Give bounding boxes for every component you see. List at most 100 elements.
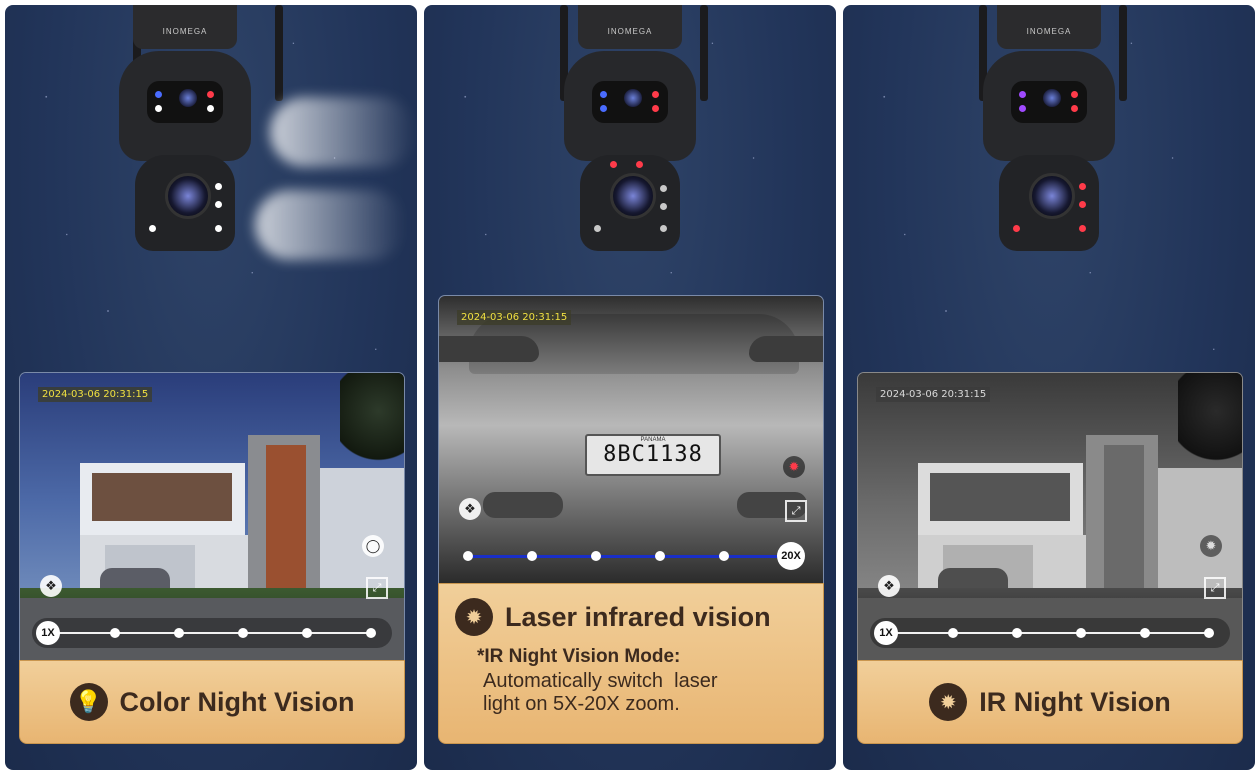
zoom-step[interactable]: [1012, 628, 1022, 638]
caption-note-line: light on 5X-20X zoom.: [483, 693, 680, 715]
ptz-control-icon[interactable]: ❖: [459, 498, 481, 520]
red-led: [652, 105, 659, 112]
red-led: [207, 91, 214, 98]
timestamp: 2024-03-06 20:31:15: [876, 387, 991, 402]
timestamp: 2024-03-06 20:31:15: [38, 387, 153, 402]
lightbulb-toggle-icon[interactable]: ◯: [362, 535, 384, 557]
zoom-step[interactable]: [655, 551, 665, 561]
caption-box: 💡 Color Night Vision: [19, 660, 405, 744]
red-led: [610, 161, 617, 168]
license-plate: PANAMA 8BC1138: [585, 434, 721, 476]
zoom-step[interactable]: [1204, 628, 1214, 638]
camera-head: [119, 51, 251, 161]
zoom-level-badge[interactable]: 1X: [36, 621, 60, 645]
white-led: [149, 225, 156, 232]
camera-mount: INOMEGA: [133, 5, 237, 49]
zoom-lens: [1029, 173, 1075, 219]
house-wood-panel: [266, 445, 306, 595]
fullscreen-icon[interactable]: ⤢: [1204, 577, 1226, 599]
caption-title: IR Night Vision: [979, 686, 1171, 717]
zoom-step[interactable]: [238, 628, 248, 638]
house-right-wing: [320, 468, 404, 598]
zoom-step[interactable]: [110, 628, 120, 638]
light-beam: [255, 190, 405, 260]
video-preview: 2024-03-06 20:31:15 ✹ ❖ ⤢ 1X: [857, 372, 1243, 661]
blue-led: [600, 105, 607, 112]
zoom-slider[interactable]: 20X: [451, 541, 811, 571]
camera-visor: [592, 81, 668, 123]
white-led: [215, 201, 222, 208]
camera-brand: INOMEGA: [607, 27, 653, 36]
zoom-step[interactable]: [948, 628, 958, 638]
zoom-step[interactable]: [463, 551, 473, 561]
white-led: [207, 105, 214, 112]
video-preview: PANAMA 8BC1138 2024-03-06 20:31:15 ✹ ❖ ⤢…: [438, 295, 824, 584]
ir-toggle-icon[interactable]: ✹: [1200, 535, 1222, 557]
camera-illustration: INOMEGA: [105, 5, 283, 265]
camera-illustration: INOMEGA: [969, 5, 1129, 265]
zoom-track: [888, 632, 1208, 634]
zoom-slider[interactable]: 1X: [870, 618, 1230, 648]
grey-led: [660, 203, 667, 210]
antenna: [275, 5, 283, 101]
zoom-step[interactable]: [174, 628, 184, 638]
caption-heading: ✹ Laser infrared vision: [455, 598, 771, 636]
zoom-step[interactable]: [366, 628, 376, 638]
camera-lens: [1043, 89, 1061, 107]
palm-tree: [1178, 373, 1242, 468]
zoom-level-badge[interactable]: 20X: [777, 542, 805, 570]
camera-head: [564, 51, 696, 161]
lightbulb-icon: 💡: [69, 683, 108, 721]
antenna: [1119, 5, 1127, 101]
laser-toggle-icon[interactable]: ✹: [783, 456, 805, 478]
caption-box: ✹ IR Night Vision: [857, 660, 1243, 744]
ptz-control-icon[interactable]: ❖: [40, 575, 62, 597]
tail-light-left: [439, 336, 539, 362]
ptz-control-icon[interactable]: ❖: [878, 575, 900, 597]
camera-lens: [624, 89, 642, 107]
caption-title: Color Night Vision: [119, 686, 355, 717]
camera-base: [999, 155, 1099, 251]
blue-led: [155, 91, 162, 98]
laser-dots-icon: ✹: [455, 598, 493, 636]
light-beam: [270, 97, 415, 167]
fullscreen-icon[interactable]: ⤢: [366, 577, 388, 599]
zoom-slider[interactable]: 1X: [32, 618, 392, 648]
camera-brand: INOMEGA: [1026, 27, 1072, 36]
red-led: [1013, 225, 1020, 232]
house-wood-panel: [1104, 445, 1144, 595]
camera-visor: [147, 81, 223, 123]
zoom-lens: [610, 173, 656, 219]
caption-box: ✹ Laser infrared vision *IR Night Vision…: [438, 583, 824, 744]
grey-led: [660, 185, 667, 192]
camera-brand: INOMEGA: [162, 27, 208, 36]
camera-base: [135, 155, 235, 251]
caption-note-line: Automatically switch laser: [483, 670, 718, 692]
zoom-step[interactable]: [1076, 628, 1086, 638]
grey-led: [594, 225, 601, 232]
zoom-lens: [165, 173, 211, 219]
camera-lens: [179, 89, 197, 107]
caption-title: Laser infrared vision: [505, 601, 771, 632]
zoom-step[interactable]: [302, 628, 312, 638]
house-window-band: [92, 473, 232, 521]
purple-led: [1019, 105, 1026, 112]
zoom-step[interactable]: [527, 551, 537, 561]
panel-color-night-vision: INOMEGA 2024-03-06 20:31:15 ◯ ❖ ⤢ 1X 💡 C…: [5, 5, 417, 770]
plate-number: 8BC1138: [603, 442, 703, 467]
zoom-track: [469, 555, 787, 558]
timestamp: 2024-03-06 20:31:15: [457, 310, 572, 325]
red-led: [1071, 105, 1078, 112]
tail-light-right: [749, 336, 823, 362]
zoom-step[interactable]: [591, 551, 601, 561]
zoom-level-badge[interactable]: 1X: [874, 621, 898, 645]
grey-led: [660, 225, 667, 232]
white-led: [155, 105, 162, 112]
white-led: [215, 183, 222, 190]
purple-led: [1019, 91, 1026, 98]
caption-note-title: *IR Night Vision Mode:: [477, 646, 681, 667]
house-window-band: [930, 473, 1070, 521]
zoom-step[interactable]: [719, 551, 729, 561]
zoom-step[interactable]: [1140, 628, 1150, 638]
fullscreen-icon[interactable]: ⤢: [785, 500, 807, 522]
